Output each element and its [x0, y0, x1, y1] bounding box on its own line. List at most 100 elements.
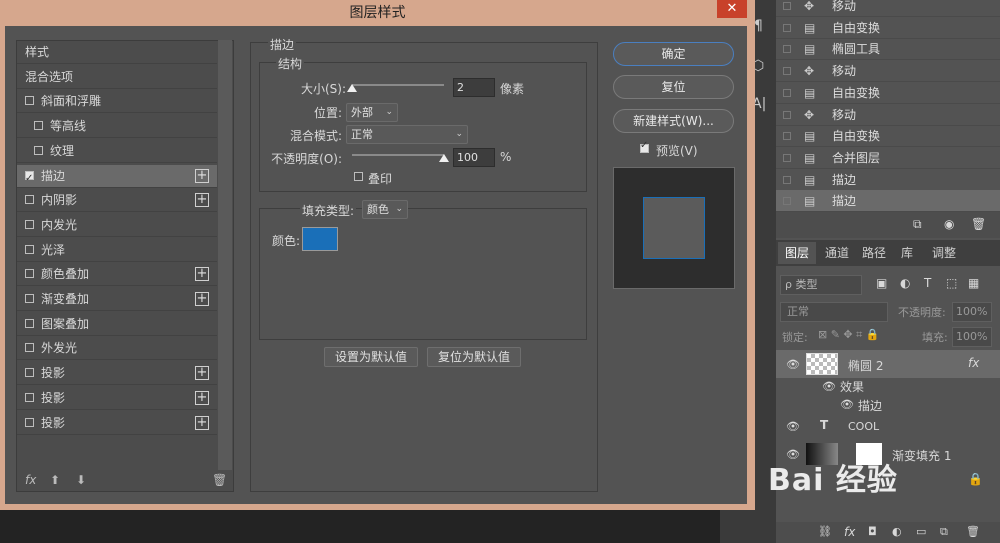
- add-icon[interactable]: +: [195, 390, 209, 405]
- eye-icon[interactable]: 👁: [840, 398, 854, 411]
- style-item-0[interactable]: 样式: [17, 41, 217, 64]
- add-icon[interactable]: +: [195, 366, 209, 381]
- history-checkbox[interactable]: [783, 23, 791, 32]
- trash-icon[interactable]: 🗑: [966, 525, 980, 538]
- history-item[interactable]: ▤ 椭圆工具: [776, 38, 1000, 61]
- add-icon[interactable]: +: [195, 168, 209, 183]
- style-checkbox[interactable]: [25, 269, 34, 279]
- style-item-7[interactable]: 内发光: [17, 214, 217, 237]
- style-checkbox[interactable]: [34, 145, 43, 155]
- history-item[interactable]: ✥ 移动: [776, 60, 1000, 83]
- style-checkbox[interactable]: [25, 417, 34, 427]
- move-down-icon[interactable]: ⬇: [76, 473, 86, 487]
- tab-1[interactable]: 通道: [818, 242, 856, 264]
- trash-icon[interactable]: 🗑: [212, 473, 227, 487]
- tab-4[interactable]: 调整: [922, 242, 966, 264]
- fx-icon[interactable]: fx: [25, 473, 36, 487]
- history-checkbox[interactable]: [783, 132, 791, 141]
- style-checkbox[interactable]: [25, 195, 34, 205]
- style-checkbox[interactable]: [25, 167, 34, 190]
- style-checkbox[interactable]: [34, 121, 43, 131]
- history-item[interactable]: ✥ 移动: [776, 104, 1000, 126]
- history-checkbox[interactable]: [783, 45, 791, 54]
- history-checkbox[interactable]: [783, 153, 791, 162]
- style-item-13[interactable]: 投影 +: [17, 362, 217, 386]
- size-slider-thumb[interactable]: [347, 84, 357, 92]
- eye-icon[interactable]: 👁: [786, 420, 800, 433]
- add-icon[interactable]: +: [195, 415, 209, 430]
- type-filter-icon[interactable]: T: [924, 276, 931, 290]
- style-item-3[interactable]: 等高线: [17, 115, 217, 139]
- style-item-14[interactable]: 投影 +: [17, 387, 217, 410]
- add-icon[interactable]: +: [195, 292, 209, 306]
- smart-object-filter-icon[interactable]: ▦: [968, 276, 979, 290]
- adjustment-icon[interactable]: ◐: [892, 525, 902, 538]
- history-item[interactable]: ✥ 移动: [776, 0, 1000, 17]
- folder-icon[interactable]: ▭: [916, 525, 926, 538]
- lock-icons[interactable]: ⊠ ✎ ✥ ⌗ 🔒: [818, 328, 880, 342]
- adjustment-filter-icon[interactable]: ◐: [900, 276, 910, 290]
- blend-mode-select[interactable]: 正常 ⌄: [346, 125, 468, 144]
- eye-icon[interactable]: 👁: [786, 358, 800, 371]
- fx-badge[interactable]: fx: [968, 356, 979, 370]
- color-swatch[interactable]: [302, 227, 338, 251]
- move-up-icon[interactable]: ⬆: [50, 473, 60, 487]
- fill-input[interactable]: 100%: [952, 327, 992, 347]
- new-style-button[interactable]: 新建样式(W)...: [613, 109, 734, 133]
- filter-input[interactable]: ρ 类型: [780, 275, 862, 295]
- reset-default-button[interactable]: 复位为默认值: [427, 347, 521, 367]
- style-checkbox[interactable]: [25, 343, 34, 353]
- camera-icon[interactable]: ◉: [944, 217, 954, 231]
- style-item-9[interactable]: 颜色叠加 +: [17, 263, 217, 287]
- history-checkbox[interactable]: [783, 2, 791, 10]
- history-item[interactable]: ▤ 描边: [776, 190, 1000, 213]
- size-input[interactable]: 2: [453, 78, 495, 97]
- reset-button[interactable]: 复位: [613, 75, 734, 99]
- style-checkbox[interactable]: [25, 96, 34, 106]
- size-slider-track[interactable]: [352, 84, 444, 86]
- make-default-button[interactable]: 设置为默认值: [324, 347, 418, 367]
- tab-0[interactable]: 图层: [778, 242, 816, 264]
- new-snapshot-icon[interactable]: ⧉: [913, 217, 922, 232]
- eye-icon[interactable]: 👁: [822, 380, 836, 393]
- style-list-scrollbar[interactable]: [218, 40, 232, 470]
- new-layer-icon[interactable]: ⧉: [940, 525, 948, 539]
- preview-checkbox[interactable]: [640, 140, 649, 153]
- history-item[interactable]: ▤ 自由变换: [776, 125, 1000, 148]
- style-item-10[interactable]: 渐变叠加 +: [17, 288, 217, 311]
- style-item-8[interactable]: 光泽: [17, 239, 217, 262]
- style-item-12[interactable]: 外发光: [17, 337, 217, 361]
- history-item[interactable]: ▤ 描边: [776, 169, 1000, 191]
- add-icon[interactable]: +: [195, 193, 209, 208]
- opacity-slider-track[interactable]: [352, 154, 444, 156]
- style-item-15[interactable]: 投影 +: [17, 412, 217, 435]
- style-checkbox[interactable]: [25, 244, 34, 254]
- opacity-input[interactable]: 100: [453, 148, 495, 167]
- mask-icon[interactable]: ◘: [868, 525, 877, 538]
- layer-name[interactable]: 椭圆 2: [848, 357, 883, 374]
- overprint-checkbox[interactable]: [354, 172, 363, 181]
- tab-2[interactable]: 路径: [856, 242, 892, 264]
- history-item[interactable]: ▤ 合并图层: [776, 147, 1000, 169]
- style-item-11[interactable]: 图案叠加: [17, 313, 217, 336]
- history-checkbox[interactable]: [783, 67, 791, 76]
- style-item-2[interactable]: 斜面和浮雕: [17, 90, 217, 114]
- trash-icon[interactable]: 🗑: [971, 217, 986, 231]
- style-checkbox[interactable]: [25, 219, 34, 229]
- tab-3[interactable]: 库: [894, 242, 920, 264]
- layer-opacity-input[interactable]: 100%: [952, 302, 992, 322]
- history-checkbox[interactable]: [783, 175, 791, 184]
- history-item[interactable]: ▤ 自由变换: [776, 82, 1000, 104]
- ok-button[interactable]: 确定: [613, 42, 734, 66]
- fx-icon[interactable]: fx: [844, 525, 855, 539]
- position-select[interactable]: 外部 ⌄: [346, 103, 398, 122]
- style-checkbox[interactable]: [25, 368, 34, 378]
- history-checkbox[interactable]: [783, 197, 791, 206]
- style-item-4[interactable]: 纹理: [17, 140, 217, 163]
- history-item[interactable]: ▤ 自由变换: [776, 17, 1000, 39]
- style-item-1[interactable]: 混合选项: [17, 66, 217, 89]
- blend-mode-dropdown[interactable]: 正常: [780, 302, 888, 322]
- layer-name[interactable]: COOL: [848, 420, 879, 433]
- style-checkbox[interactable]: [25, 318, 34, 328]
- style-checkbox[interactable]: [25, 392, 34, 402]
